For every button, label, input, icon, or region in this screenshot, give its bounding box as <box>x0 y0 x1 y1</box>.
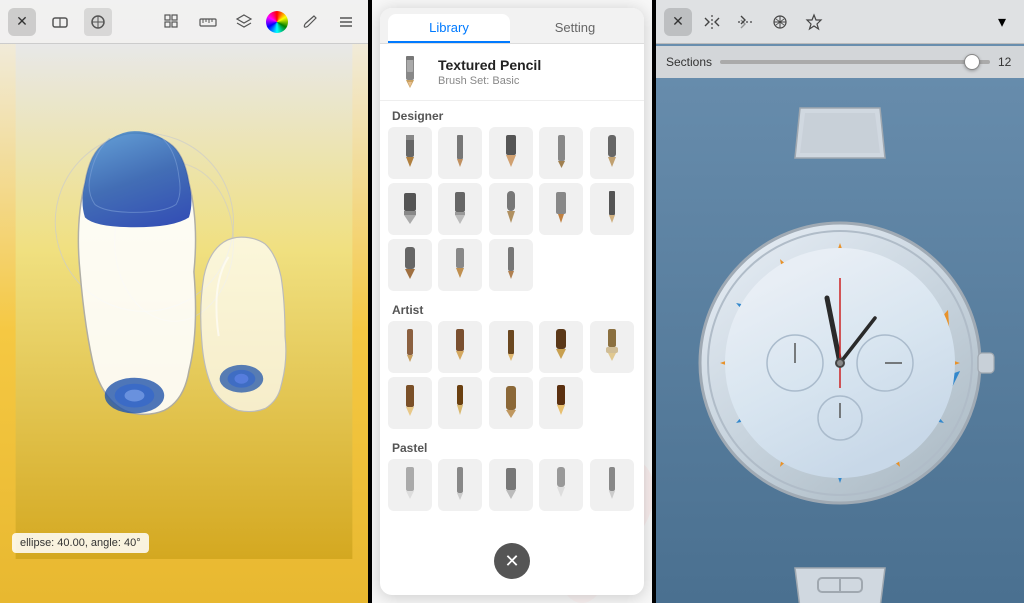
brush-item[interactable] <box>388 239 432 291</box>
brush-name: Textured Pencil <box>438 57 541 73</box>
brush-item[interactable] <box>489 239 533 291</box>
transform-icon[interactable] <box>84 8 112 36</box>
brush-item[interactable] <box>438 239 482 291</box>
category-artist: Artist <box>388 295 636 321</box>
designer-brush-grid <box>388 127 636 291</box>
toolbar-left-group: ✕ <box>8 8 112 36</box>
brush-item[interactable] <box>388 321 432 373</box>
brush-item[interactable] <box>489 377 533 429</box>
watch-toolbar: ✕ <box>656 0 1024 44</box>
brush-item[interactable] <box>438 183 482 235</box>
watch-panel: ✕ <box>656 0 1024 603</box>
brush-item[interactable] <box>489 183 533 235</box>
eraser-icon[interactable] <box>46 8 74 36</box>
brush-item[interactable] <box>438 377 482 429</box>
brush-item[interactable] <box>489 321 533 373</box>
sections-slider[interactable] <box>720 60 990 64</box>
watch-close-button[interactable]: ✕ <box>664 8 692 36</box>
sections-bar: Sections 12 <box>656 46 1024 78</box>
artist-brush-grid <box>388 321 636 429</box>
brush-item[interactable] <box>590 459 634 511</box>
radial-icon[interactable] <box>766 8 794 36</box>
brush-set: Brush Set: Basic <box>438 75 541 87</box>
pastel-brush-grid <box>388 459 636 511</box>
brush-item[interactable] <box>388 183 432 235</box>
more-options-icon[interactable]: ▾ <box>988 8 1016 36</box>
brush-tabs: Library Setting <box>380 8 644 44</box>
brush-item[interactable] <box>539 183 583 235</box>
brush-item[interactable] <box>388 377 432 429</box>
star-icon[interactable] <box>800 8 828 36</box>
tab-setting[interactable]: Setting <box>514 14 636 43</box>
ruler-icon[interactable] <box>194 8 222 36</box>
brush-item[interactable] <box>489 459 533 511</box>
brush-library-panel: Library Setting Textured Pencil Brush Se… <box>372 0 652 603</box>
category-designer: Designer <box>388 101 636 127</box>
brush-pencil-icon <box>392 54 428 90</box>
color-wheel-icon[interactable] <box>266 11 288 33</box>
brush-close-button[interactable]: ✕ <box>494 543 530 579</box>
toolbar-right-icons <box>158 8 360 36</box>
mirror-icon[interactable] <box>732 8 760 36</box>
category-pastel: Pastel <box>388 433 636 459</box>
sketch-toolbar: ✕ <box>0 0 368 44</box>
brush-item[interactable] <box>438 321 482 373</box>
brush-item[interactable] <box>438 127 482 179</box>
brush-item[interactable] <box>388 459 432 511</box>
symmetry-icon[interactable] <box>698 8 726 36</box>
grid-icon[interactable] <box>158 8 186 36</box>
sections-slider-thumb[interactable] <box>964 54 980 70</box>
layers-icon[interactable] <box>230 8 258 36</box>
brush-item[interactable] <box>590 321 634 373</box>
brush-item[interactable] <box>489 127 533 179</box>
sections-label: Sections <box>666 55 712 69</box>
selected-brush-header: Textured Pencil Brush Set: Basic <box>380 44 644 101</box>
brush-item[interactable] <box>388 127 432 179</box>
brush-icon[interactable] <box>296 8 324 36</box>
status-bar: ellipse: 40.00, angle: 40° <box>12 533 149 553</box>
brush-list[interactable]: Designer <box>380 101 644 595</box>
brush-item[interactable] <box>590 183 634 235</box>
watch-toolbar-right: ▾ <box>988 8 1016 36</box>
brush-item[interactable] <box>539 321 583 373</box>
brush-panel-container: Library Setting Textured Pencil Brush Se… <box>380 8 644 595</box>
brush-item[interactable] <box>539 459 583 511</box>
watch-drawing-canvas[interactable] <box>656 78 1024 603</box>
menu-icon[interactable] <box>332 8 360 36</box>
close-button[interactable]: ✕ <box>8 8 36 36</box>
sections-value: 12 <box>998 55 1014 69</box>
tab-library[interactable]: Library <box>388 14 510 43</box>
drawing-canvas[interactable] <box>0 44 368 559</box>
brush-item[interactable] <box>438 459 482 511</box>
brush-item[interactable] <box>590 127 634 179</box>
brush-item[interactable] <box>539 377 583 429</box>
brush-item[interactable] <box>539 127 583 179</box>
brush-info: Textured Pencil Brush Set: Basic <box>438 57 541 87</box>
sketch-panel: ✕ <box>0 0 368 603</box>
watch-toolbar-left: ✕ <box>664 8 828 36</box>
